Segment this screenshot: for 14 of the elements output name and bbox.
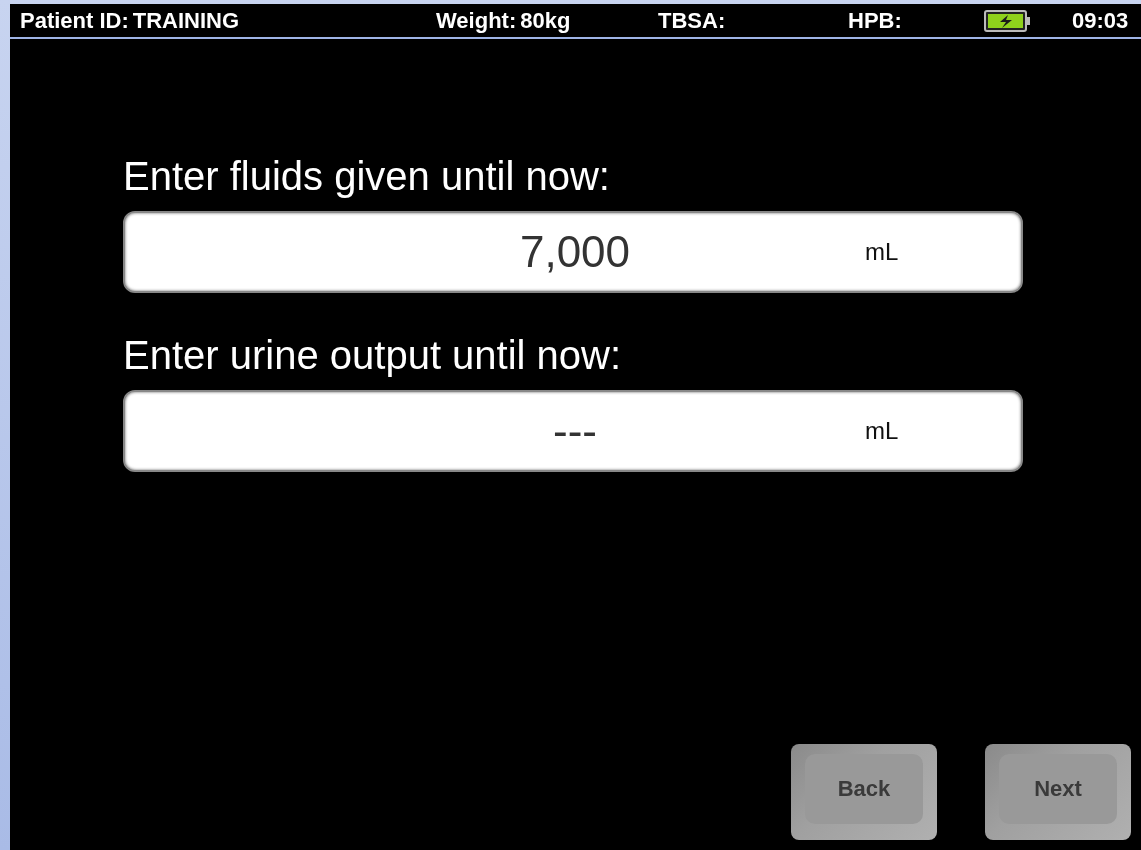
input-field[interactable]: 7,000 mL bbox=[123, 211, 1023, 293]
input-field[interactable]: --- mL bbox=[123, 390, 1023, 472]
hpb-label: HPB: bbox=[848, 7, 902, 34]
battery-icon bbox=[984, 9, 1032, 32]
weight-value: 80kg bbox=[520, 7, 571, 34]
patient-id-label: Patient ID: bbox=[20, 7, 129, 34]
field-label: Enter urine output until now: bbox=[123, 333, 623, 378]
weight-label: Weight: bbox=[436, 7, 517, 34]
tbsa-label: TBSA: bbox=[658, 7, 726, 34]
next-button[interactable]: Next bbox=[985, 744, 1131, 840]
field-label: Enter fluids given until now: bbox=[123, 154, 611, 199]
back-button[interactable]: Back bbox=[791, 744, 937, 840]
patient-id: TRAINING bbox=[132, 7, 240, 34]
clock-time: 09:03 bbox=[1072, 7, 1129, 34]
